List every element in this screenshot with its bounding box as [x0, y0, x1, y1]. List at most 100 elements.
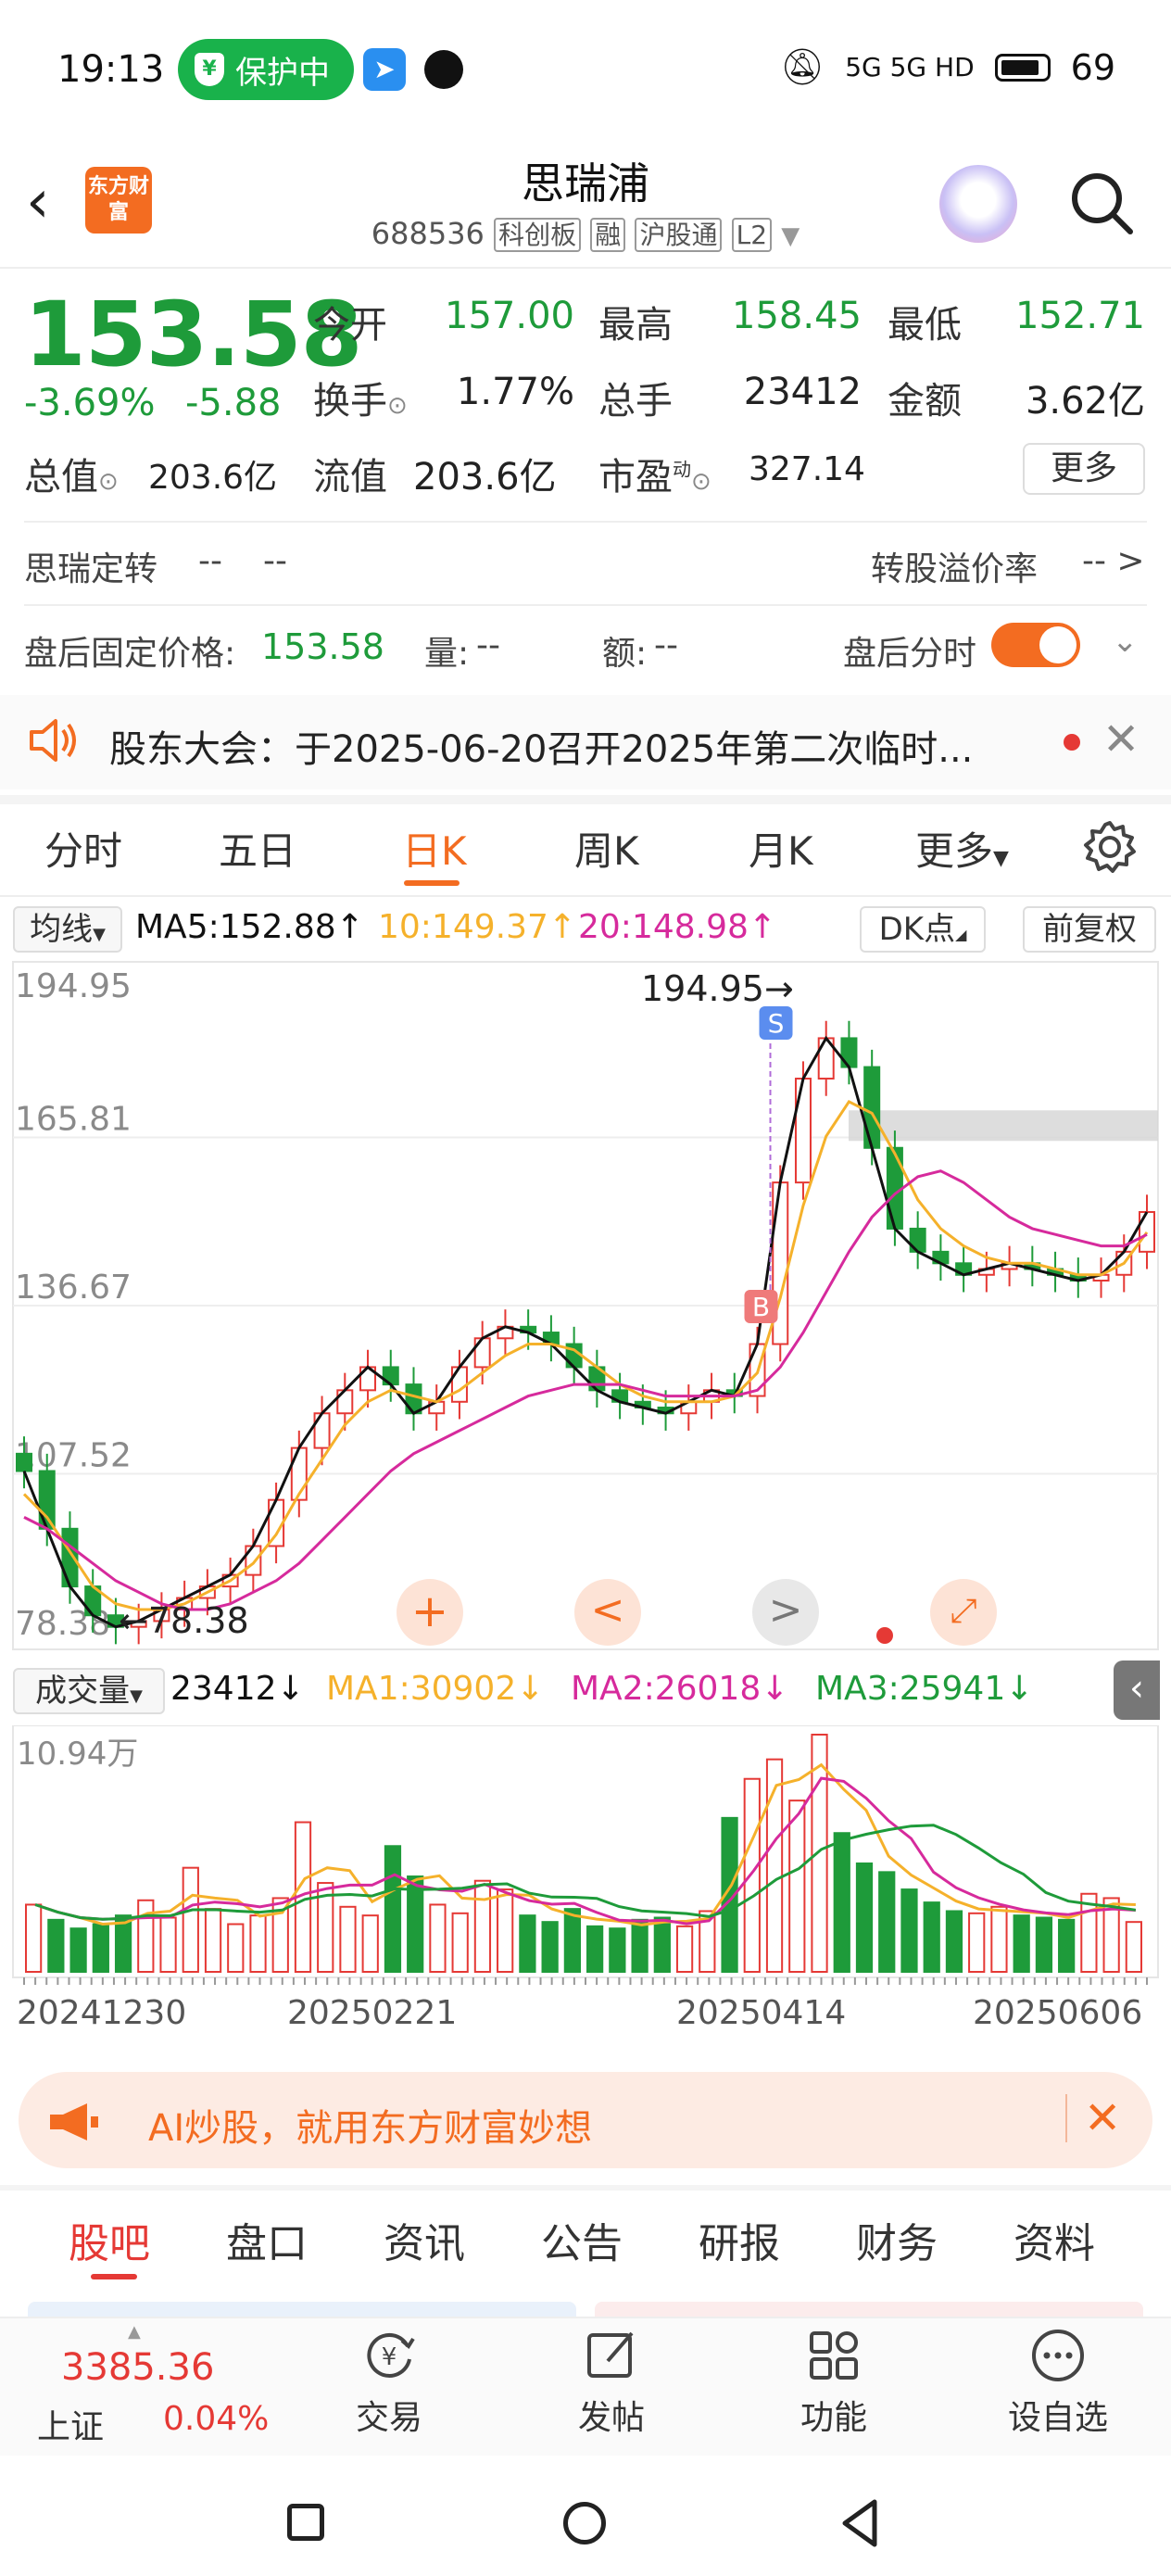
tag-connect: 沪股通	[635, 218, 723, 252]
status-icons: 🔕︎ 5G 5G HD 69	[780, 46, 1115, 88]
ma10-label: 10:149.37↑	[378, 908, 577, 946]
ma-select[interactable]: 均线▼	[13, 906, 122, 953]
candle-body	[38, 1470, 56, 1530]
index-caret-icon: ▲	[128, 2322, 141, 2342]
nav-functions[interactable]: 功能	[769, 2326, 899, 2439]
ad-text[interactable]: AI炒股，就用东方财富妙想	[148, 2098, 592, 2152]
vol-ma1: MA1:30902↓	[326, 1670, 545, 1708]
index-change[interactable]: 0.04%	[163, 2400, 269, 2438]
max-price-label: 194.95→	[641, 968, 794, 1009]
tab-five-day[interactable]: 五日	[219, 820, 296, 877]
telegram-icon: ➤	[363, 48, 406, 91]
volume-bar	[968, 1912, 986, 1974]
tab-timeshare[interactable]: 分时	[44, 820, 122, 877]
search-icon[interactable]	[1067, 169, 1136, 237]
back-nav-icon[interactable]	[839, 2498, 880, 2552]
ma-line-ma10	[22, 1099, 1149, 1611]
volume-bar	[833, 1832, 850, 1974]
y-tick-label: 136.67	[15, 1269, 132, 1307]
tab-monthly-k[interactable]: 月K	[749, 820, 813, 877]
volume-bar	[339, 1905, 357, 1973]
speaker-icon	[26, 712, 83, 773]
volume-chart[interactable]: 10.94万 20241230 20250221 20250414 20250606	[0, 1725, 1171, 2059]
premium-value[interactable]: -- >	[1082, 542, 1145, 580]
tab-more[interactable]: 更多▼	[915, 820, 1009, 877]
float-label: 流值	[313, 456, 387, 499]
tab-finance[interactable]: 财务	[856, 2210, 938, 2269]
zoom-in-button[interactable]: +	[397, 1579, 463, 1646]
tag-level: L2	[731, 218, 773, 252]
collapse-panel-button[interactable]: ‹	[1114, 1661, 1160, 1720]
y-tick-label: 194.95	[15, 967, 132, 1005]
after-vol-label: 量:	[424, 635, 470, 673]
tab-announcements[interactable]: 公告	[541, 2210, 623, 2269]
tab-guba[interactable]: 股吧	[69, 2210, 150, 2269]
volume-bar	[249, 1914, 267, 1973]
candle-body	[794, 1078, 812, 1184]
ma20-label: 20:148.98↑	[578, 908, 777, 946]
after-hours-toggle[interactable]	[991, 623, 1080, 667]
more-button[interactable]: 更多	[1023, 443, 1145, 495]
adjust-button[interactable]: 前复权	[1023, 906, 1156, 953]
nav-add-watchlist[interactable]: 设自选	[993, 2326, 1123, 2439]
nav-post[interactable]: 发帖	[547, 2326, 676, 2439]
open-value: 157.00	[445, 295, 574, 337]
after-timeshare-label: 盘后分时	[843, 635, 977, 673]
chevron-down-icon[interactable]: ⌄	[1112, 623, 1139, 660]
volume-bar	[227, 1923, 245, 1973]
tab-pankou[interactable]: 盘口	[226, 2210, 308, 2269]
dk-point-button[interactable]: DK点◢	[860, 906, 986, 953]
volume-bar	[1035, 1916, 1053, 1973]
stock-code: 688536	[371, 216, 485, 251]
content-preview-strip-2	[595, 2302, 1143, 2317]
mktcap-value: 203.6亿	[148, 459, 278, 497]
home-icon[interactable]	[563, 2502, 606, 2544]
nav-trade[interactable]: ¥ 交易	[324, 2326, 454, 2439]
scroll-right-button[interactable]: >	[752, 1579, 819, 1646]
pe-sup: 动	[673, 458, 691, 481]
indicator-dot	[876, 1627, 893, 1644]
tab-profile[interactable]: 资料	[1014, 2210, 1095, 2269]
robot-avatar-icon[interactable]	[939, 165, 1017, 243]
dropdown-icon: ▼	[781, 222, 800, 250]
volume-bar	[519, 1914, 536, 1973]
volume-bar	[473, 1879, 492, 1973]
buy-marker-label: B	[752, 1292, 770, 1322]
sell-marker-label: S	[768, 1008, 785, 1039]
grid-icon	[804, 2326, 863, 2385]
tab-research[interactable]: 研报	[699, 2210, 780, 2269]
candle-body	[863, 1066, 881, 1149]
tag-board: 科创板	[494, 218, 582, 252]
index-value[interactable]: 3385.36	[61, 2346, 214, 2389]
candle-body	[450, 1366, 468, 1403]
index-name[interactable]: 上证	[37, 2400, 104, 2448]
volume-bar	[384, 1845, 402, 1973]
candle-body	[16, 1452, 32, 1472]
volume-bar	[451, 1912, 469, 1974]
pe-value: 327.14	[749, 450, 865, 488]
notice-text[interactable]: 股东大会：于2025-06-20召开2025年第二次临时...	[109, 719, 1017, 773]
close-icon[interactable]: ✕	[1102, 713, 1140, 765]
tab-weekly-k[interactable]: 周K	[574, 820, 639, 877]
scroll-left-button[interactable]: <	[574, 1579, 641, 1646]
settings-gear-icon[interactable]	[1082, 819, 1138, 878]
volume-bar	[92, 1923, 109, 1973]
tab-daily-k[interactable]: 日K	[402, 820, 467, 877]
volume-bar	[990, 1905, 1008, 1973]
caret-down-icon: ▼	[130, 1686, 143, 1706]
fullscreen-button[interactable]: ⤢	[930, 1579, 997, 1646]
recents-icon[interactable]	[287, 2504, 324, 2541]
change-abs: -5.88	[185, 382, 282, 424]
volume-value: 23412	[743, 371, 862, 413]
after-amt-label: 额:	[602, 635, 648, 673]
candle-body	[313, 1412, 331, 1449]
volume-ma-line	[34, 1776, 1136, 1926]
candlestick-chart[interactable]: 194.95165.81136.67107.5278.38194.95→←78.…	[0, 960, 1171, 1655]
mute-icon: 🔕︎	[779, 46, 825, 87]
ad-close-icon[interactable]: ✕	[1065, 2094, 1121, 2142]
volume-select[interactable]: 成交量▼	[13, 1668, 165, 1714]
tab-news[interactable]: 资讯	[384, 2210, 465, 2269]
convertible-name[interactable]: 思瑞定转	[24, 542, 157, 590]
volume-bar	[1125, 1921, 1143, 1973]
volume-bar	[361, 1914, 379, 1973]
